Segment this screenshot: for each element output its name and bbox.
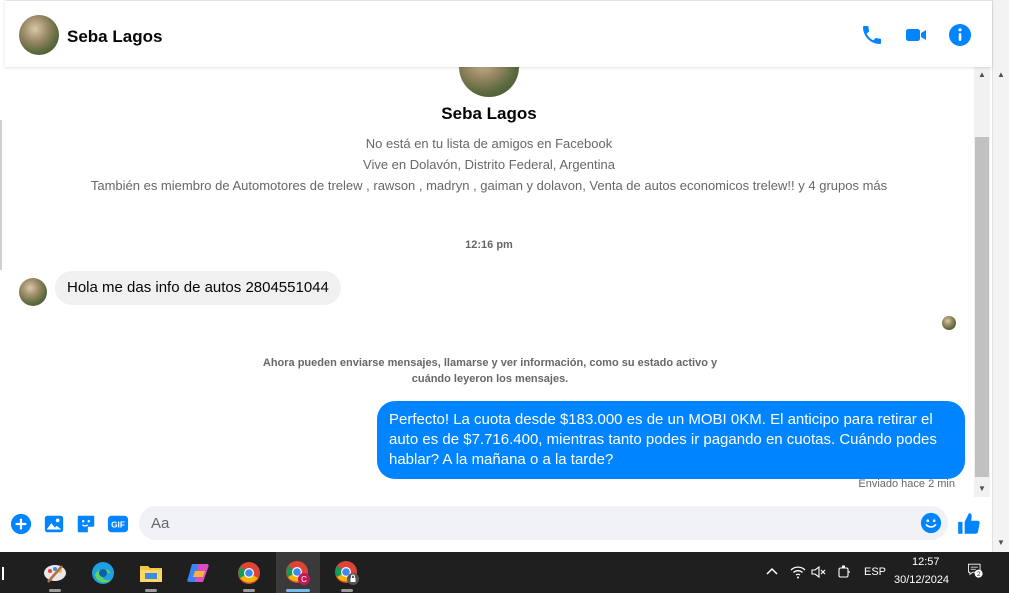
task-view-icon[interactable] — [0, 552, 16, 593]
chrome-profile-c-icon[interactable]: C — [276, 552, 320, 593]
message-thread[interactable]: Seba Lagos No está en tu lista de amigos… — [5, 67, 973, 497]
window-scrollbar[interactable]: ▲ ▼ — [992, 0, 1009, 552]
paint-app-icon[interactable] — [33, 552, 77, 593]
incoming-message[interactable]: Hola me das info de autos 2804551044 — [55, 271, 341, 305]
show-hidden-icons-chevron-icon[interactable] — [764, 564, 780, 580]
running-indicator — [341, 589, 353, 592]
info-icon[interactable] — [948, 23, 972, 47]
outgoing-message[interactable]: Perfecto! La cuota desde $183.000 es de … — [377, 401, 965, 479]
battery-plug-icon[interactable] — [836, 564, 852, 580]
file-explorer-icon[interactable] — [129, 552, 173, 593]
thread-scrollbar[interactable]: ▲ ▼ — [974, 67, 990, 497]
message-input-container — [139, 506, 948, 540]
wifi-icon[interactable] — [790, 564, 806, 580]
message-timestamp: 12:16 pm — [465, 239, 513, 251]
phone-icon[interactable] — [860, 23, 884, 47]
profile-name[interactable]: Seba Lagos — [5, 104, 973, 124]
gif-icon[interactable]: GIF — [107, 513, 129, 535]
svg-text:GIF: GIF — [111, 521, 125, 530]
running-indicator — [145, 589, 157, 592]
video-camera-icon[interactable] — [904, 23, 928, 47]
clock-time[interactable]: 12:57 — [912, 556, 940, 568]
clock-date[interactable]: 30/12/2024 — [894, 574, 949, 586]
profile-avatar[interactable] — [459, 67, 519, 97]
messenger-window: Seba Lagos Seba Lagos No está en tu list… — [0, 0, 1009, 552]
chrome-profile-locked-icon[interactable] — [325, 552, 369, 593]
window-edge — [0, 120, 2, 270]
sender-avatar[interactable] — [19, 278, 47, 306]
contact-name[interactable]: Seba Lagos — [67, 27, 162, 47]
plus-circle-icon[interactable] — [10, 513, 32, 535]
location-text: Vive en Dolavón, Distrito Federal, Argen… — [363, 157, 615, 172]
message-input[interactable] — [151, 506, 911, 540]
windows-taskbar: C ESP 12:57 30/12/2024 2 — [0, 552, 1009, 593]
scrollbar-thumb[interactable] — [975, 137, 989, 477]
copilot-icon[interactable] — [177, 552, 221, 593]
emoji-icon[interactable] — [920, 512, 942, 534]
window-scroll-up-icon[interactable]: ▲ — [993, 70, 1009, 79]
sticker-icon[interactable] — [75, 513, 97, 535]
seen-indicator-avatar — [942, 316, 956, 330]
notifications-icon[interactable]: 2 — [967, 562, 989, 584]
edge-browser-icon[interactable] — [81, 552, 125, 593]
input-language-indicator[interactable]: ESP — [864, 566, 886, 578]
window-scroll-down-icon[interactable]: ▼ — [993, 538, 1009, 547]
active-indicator — [286, 589, 310, 592]
running-indicator — [243, 589, 255, 592]
connection-notice: Ahora pueden enviarse mensajes, llamarse… — [262, 357, 718, 385]
like-icon[interactable] — [956, 511, 982, 537]
groups-text: También es miembro de Automotores de tre… — [90, 178, 888, 193]
sent-status: Enviado hace 2 min — [858, 478, 955, 490]
chat-header: Seba Lagos — [5, 0, 992, 67]
svg-text:2: 2 — [977, 571, 981, 578]
photo-icon[interactable] — [43, 513, 65, 535]
speaker-muted-icon[interactable] — [811, 564, 827, 580]
friend-status-text: No está en tu lista de amigos en Faceboo… — [365, 136, 613, 151]
running-indicator — [49, 589, 61, 592]
svg-text:C: C — [301, 575, 307, 584]
scroll-up-arrow-icon[interactable]: ▲ — [974, 67, 990, 83]
contact-avatar[interactable] — [19, 15, 59, 55]
scroll-down-arrow-icon[interactable]: ▼ — [974, 481, 990, 497]
message-composer: GIF — [5, 497, 992, 552]
chrome-icon[interactable] — [227, 552, 271, 593]
